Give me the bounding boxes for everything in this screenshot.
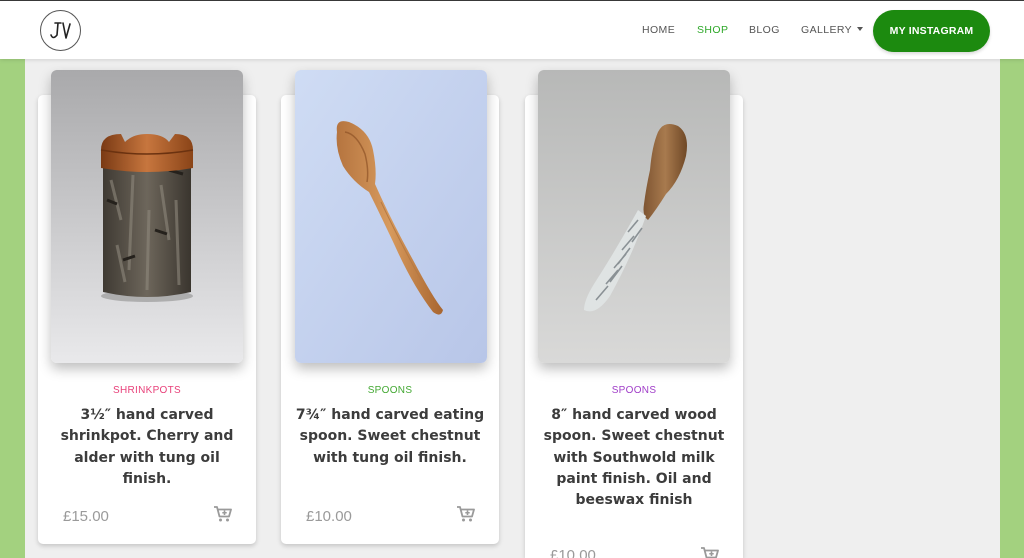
nav-gallery-label: GALLERY bbox=[801, 24, 853, 36]
product-title[interactable]: 7¾″ hand carved eating spoon. Sweet ches… bbox=[295, 405, 485, 469]
product-title[interactable]: 3½″ hand carved shrinkpot. Cherry and al… bbox=[52, 405, 242, 490]
nav-shop[interactable]: SHOP bbox=[697, 24, 728, 36]
signature-logo-icon bbox=[49, 21, 71, 39]
product-category[interactable]: SHRINKPOTS bbox=[38, 385, 256, 396]
site-logo[interactable] bbox=[40, 10, 81, 51]
product-image-shrinkpot[interactable] bbox=[51, 70, 243, 363]
instagram-button[interactable]: MY INSTAGRAM bbox=[873, 10, 990, 52]
product-category[interactable]: SPOONS bbox=[525, 385, 743, 396]
cart-plus-icon[interactable] bbox=[701, 547, 719, 558]
nav-gallery[interactable]: GALLERY bbox=[801, 24, 864, 36]
product-image-eating-spoon[interactable] bbox=[295, 70, 487, 363]
product-price: £10.00 bbox=[550, 547, 596, 558]
product-category[interactable]: SPOONS bbox=[281, 385, 499, 396]
chevron-down-icon bbox=[857, 27, 864, 31]
product-title[interactable]: 8″ hand carved wood spoon. Sweet chestnu… bbox=[539, 405, 729, 511]
cart-plus-icon[interactable] bbox=[457, 506, 475, 522]
cart-plus-icon[interactable] bbox=[214, 506, 232, 522]
product-price: £10.00 bbox=[306, 508, 352, 525]
nav-home[interactable]: HOME bbox=[642, 24, 675, 36]
site-header: HOME SHOP BLOG GALLERY MY INSTAGRAM bbox=[0, 1, 1024, 59]
product-price: £15.00 bbox=[63, 508, 109, 525]
product-image-milk-paint-spoon[interactable] bbox=[538, 70, 730, 363]
nav-blog[interactable]: BLOG bbox=[749, 24, 780, 36]
